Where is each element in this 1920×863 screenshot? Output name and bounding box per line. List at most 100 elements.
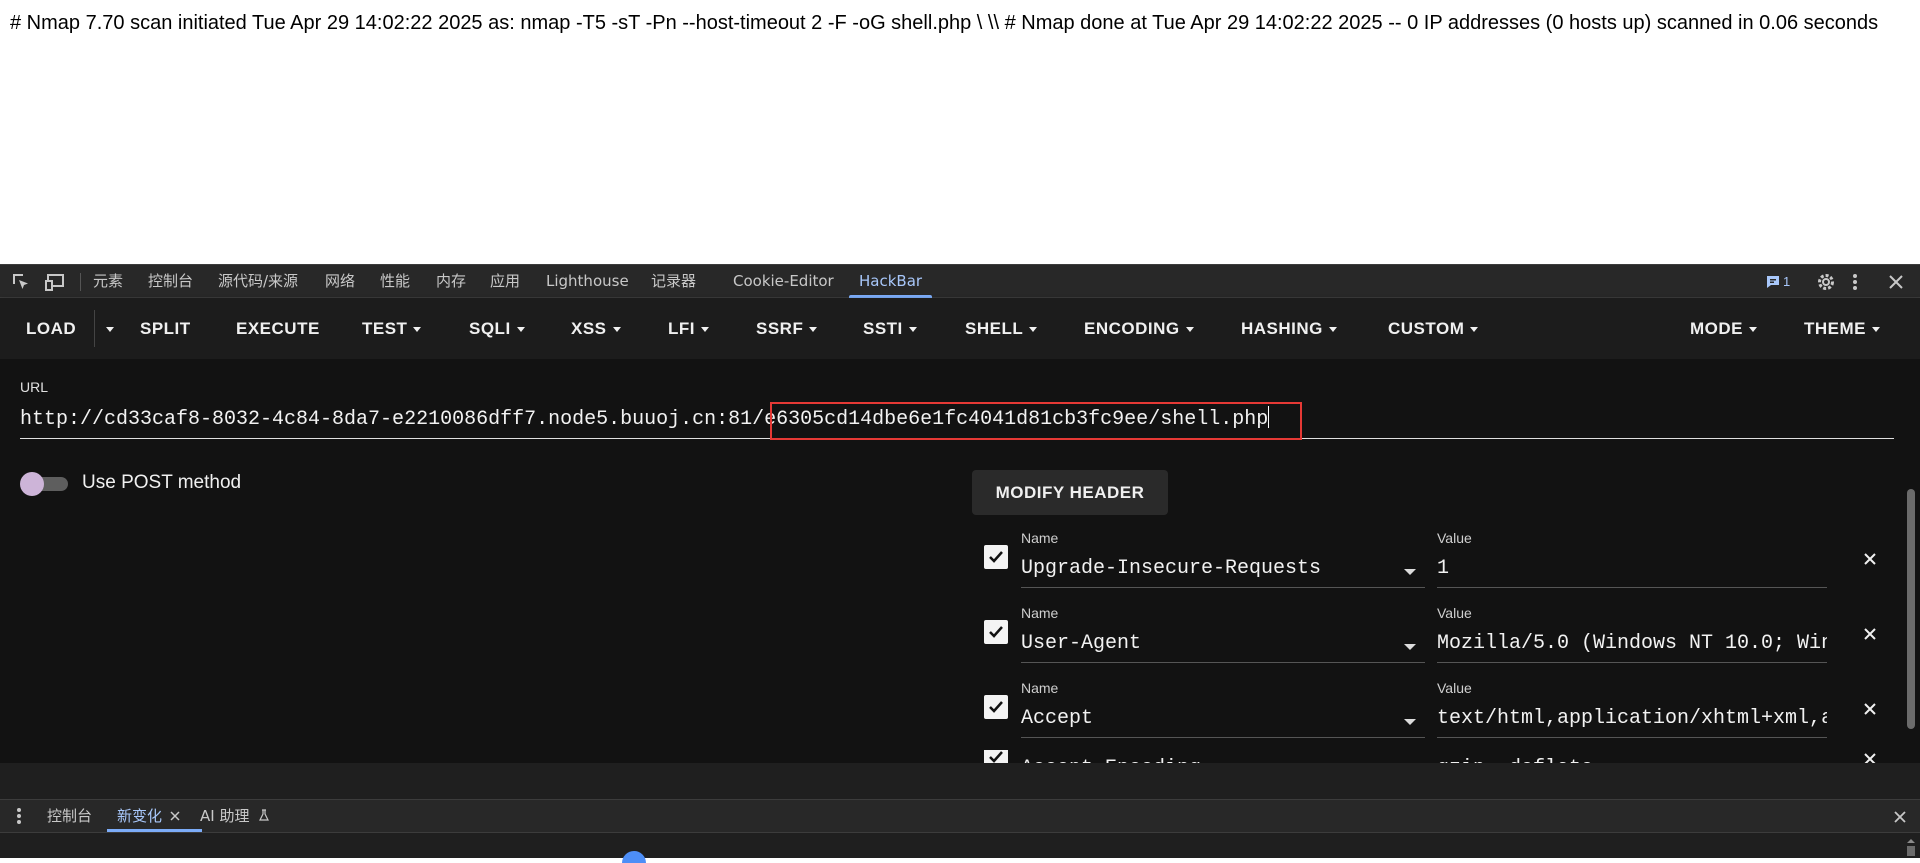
chevron-down-icon (1029, 327, 1038, 333)
close-devtools-icon[interactable] (1888, 272, 1904, 292)
page-content: # Nmap 7.70 scan initiated Tue Apr 29 14… (0, 0, 1920, 264)
device-toolbar-icon[interactable] (45, 272, 65, 292)
custom-label: CUSTOM (1388, 319, 1465, 338)
close-tab-icon (170, 811, 180, 821)
header-enabled-checkbox[interactable] (984, 545, 1008, 569)
loading-indicator (622, 851, 646, 863)
header-value-input[interactable]: Mozilla/5.0 (Windows NT 10.0; Win64; x64… (1437, 629, 1827, 663)
custom-menu-button[interactable]: CUSTOM (1388, 298, 1479, 359)
tab-recorder[interactable]: 记录器 (651, 265, 696, 298)
modify-header-button[interactable]: MODIFY HEADER (972, 470, 1168, 515)
more-options-icon[interactable] (1852, 272, 1858, 292)
tab-cookie-editor[interactable]: Cookie-Editor (733, 265, 834, 298)
header-list-scrollbar[interactable] (1906, 489, 1916, 759)
chevron-down-icon (1749, 327, 1757, 333)
shell-menu-button[interactable]: SHELL (965, 298, 1038, 359)
tab-hackbar[interactable]: HackBar (848, 265, 933, 298)
ssrf-label: SSRF (756, 319, 804, 338)
tab-console[interactable]: 控制台 (148, 265, 193, 298)
devtools-panel: 元素 控制台 源代码/来源 网络 性能 内存 应用 Lighthouse 记录器… (0, 264, 1920, 858)
tab-performance[interactable]: 性能 (380, 265, 410, 298)
tab-elements[interactable]: 元素 (93, 265, 123, 298)
tab-lighthouse[interactable]: Lighthouse (546, 265, 629, 298)
remove-header-icon[interactable] (1862, 751, 1878, 763)
sqli-label: SQLI (469, 319, 511, 338)
checkmark-icon (989, 701, 1003, 713)
drawer-tab-changes-label: 新变化 (117, 807, 163, 825)
load-dropdown-button[interactable] (100, 298, 114, 359)
mode-menu-button[interactable]: MODE (1690, 298, 1757, 359)
header-name-input[interactable]: User-Agent (1021, 629, 1425, 663)
ssti-label: SSTI (863, 319, 903, 338)
header-name-input[interactable]: Accept-Encoding (1021, 754, 1425, 763)
header-value-label: Value (1437, 680, 1472, 696)
hackbar-toolbar: LOAD SPLIT EXECUTE TEST SQLI XSS LFI SSR… (0, 298, 1920, 359)
chevron-down-icon (1328, 327, 1337, 333)
nmap-output-text: # Nmap 7.70 scan initiated Tue Apr 29 14… (10, 12, 1879, 34)
remove-header-icon[interactable] (1862, 701, 1878, 717)
devtools-tabbar: 元素 控制台 源代码/来源 网络 性能 内存 应用 Lighthouse 记录器… (0, 264, 1920, 298)
checkmark-icon (989, 751, 1003, 763)
xss-menu-button[interactable]: XSS (571, 298, 621, 359)
url-path-highlight-box (770, 402, 1302, 440)
header-enabled-checkbox[interactable] (984, 695, 1008, 719)
theme-menu-button[interactable]: THEME (1804, 298, 1880, 359)
header-value-input[interactable]: 1 (1437, 554, 1827, 588)
lfi-menu-button[interactable]: LFI (668, 298, 709, 359)
header-row: Name Value Upgrade-Insecure-Requests 1 (984, 525, 1884, 595)
mode-label: MODE (1690, 319, 1743, 338)
encoding-menu-button[interactable]: ENCODING (1084, 298, 1194, 359)
toggle-thumb (20, 472, 44, 496)
tab-application[interactable]: 应用 (490, 265, 520, 298)
issues-badge[interactable]: 1 (1766, 274, 1790, 289)
chevron-down-icon (809, 327, 818, 333)
tab-network[interactable]: 网络 (325, 265, 355, 298)
post-method-toggle[interactable] (20, 472, 68, 496)
scroll-up-icon[interactable] (1906, 836, 1916, 861)
shell-label: SHELL (965, 319, 1024, 338)
issues-count: 1 (1783, 274, 1791, 289)
inspect-element-icon[interactable] (11, 272, 31, 292)
scrollbar-thumb[interactable] (1907, 489, 1915, 729)
test-label: TEST (362, 319, 408, 338)
checkmark-icon (989, 551, 1003, 563)
execute-button[interactable]: EXECUTE (236, 298, 320, 359)
header-name-input[interactable]: Upgrade-Insecure-Requests (1021, 554, 1425, 588)
ssti-menu-button[interactable]: SSTI (863, 298, 917, 359)
chevron-down-icon[interactable] (1404, 644, 1416, 650)
hackbar-body: URL http://cd33caf8-8032-4c84-8da7-e2210… (0, 359, 1920, 763)
remove-header-icon[interactable] (1862, 551, 1878, 567)
close-drawer-icon[interactable] (1893, 810, 1907, 829)
chevron-down-icon[interactable] (1404, 569, 1416, 575)
chevron-down-icon (516, 327, 525, 333)
ssrf-menu-button[interactable]: SSRF (756, 298, 818, 359)
header-row: Name Value User-Agent Mozilla/5.0 (Windo… (984, 600, 1884, 670)
hashing-label: HASHING (1241, 319, 1323, 338)
header-value-input[interactable]: text/html,application/xhtml+xml,applicat… (1437, 704, 1827, 738)
chevron-down-icon (413, 327, 422, 333)
header-enabled-checkbox[interactable] (984, 750, 1008, 763)
header-name-input[interactable]: Accept (1021, 704, 1425, 738)
drawer-tab-console[interactable]: 控制台 (47, 800, 92, 832)
drawer-tab-ai-assistant[interactable]: AI 助理 (200, 800, 270, 832)
url-label: URL (20, 379, 49, 395)
settings-gear-icon[interactable] (1816, 272, 1836, 292)
test-menu-button[interactable]: TEST (362, 298, 422, 359)
split-button[interactable]: SPLIT (140, 298, 191, 359)
chevron-down-icon (1470, 327, 1479, 333)
tab-sources[interactable]: 源代码/来源 (218, 265, 298, 298)
sqli-menu-button[interactable]: SQLI (469, 298, 525, 359)
tab-memory[interactable]: 内存 (436, 265, 466, 298)
drawer-menu-icon[interactable] (16, 807, 22, 830)
hashing-menu-button[interactable]: HASHING (1241, 298, 1337, 359)
header-enabled-checkbox[interactable] (984, 620, 1008, 644)
load-button[interactable]: LOAD (26, 298, 76, 359)
drawer-tab-changes[interactable]: 新变化 (107, 800, 202, 832)
remove-header-icon[interactable] (1862, 626, 1878, 642)
drawer-tab-ai-label: AI 助理 (200, 807, 250, 825)
post-method-label: Use POST method (82, 472, 242, 493)
chevron-down-icon[interactable] (1404, 719, 1416, 725)
header-value-input[interactable]: gzip, deflate (1437, 754, 1827, 763)
theme-label: THEME (1804, 319, 1866, 338)
header-name-label: Name (1021, 605, 1059, 621)
